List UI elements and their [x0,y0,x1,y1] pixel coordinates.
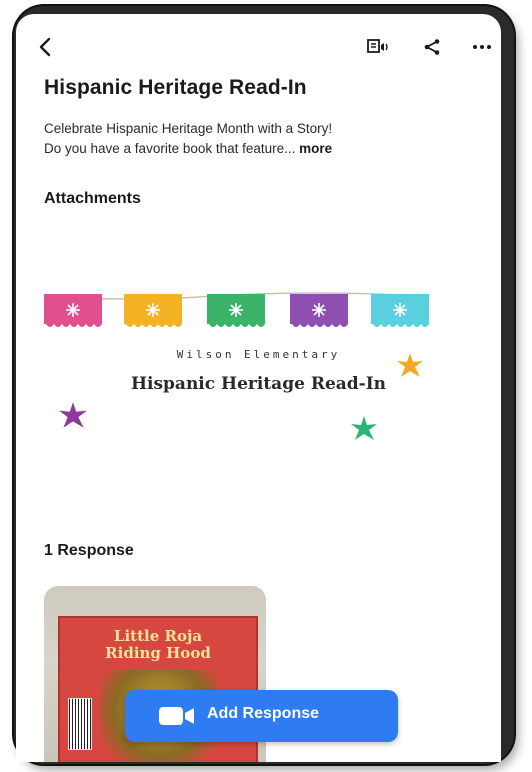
description-line-1: Celebrate Hispanic Heritage Month with a… [44,121,333,136]
top-bar [16,14,501,70]
attachments-heading: Attachments [44,190,141,207]
star-splash-icon [351,416,377,440]
video-camera-icon [159,707,194,725]
post-description: Celebrate Hispanic Heritage Month with a… [44,119,474,159]
event-title: Hispanic Heritage Read-In [130,374,387,394]
book-title-line-2: Riding Hood [105,644,211,662]
papel-picado-flag [124,294,182,327]
papel-picado-flag [371,294,429,327]
book-title: Little Roja Riding Hood [60,628,256,662]
papel-picado-flag [290,294,348,327]
more-link[interactable]: more [299,141,332,156]
add-response-label: Add Response [207,705,320,722]
post-title: Hispanic Heritage Read-In [44,76,307,99]
school-name: Wilson Elementary [176,348,341,361]
immersive-reader-button[interactable] [363,32,393,62]
description-line-2: Do you have a favorite book that feature… [44,139,474,159]
immersive-reader-icon [367,39,388,53]
share-icon [424,39,440,55]
back-button[interactable] [30,32,60,62]
share-button[interactable] [417,32,447,62]
more-options-icon [473,45,491,49]
more-options-button[interactable] [467,32,497,62]
papel-picado-flag [207,294,265,327]
book-title-line-1: Little Roja [113,627,203,645]
back-arrow-icon [39,37,51,57]
description-text: Do you have a favorite book that feature… [44,141,296,156]
add-response-button[interactable]: Add Response [125,690,398,742]
screen: Hispanic Heritage Read-In Celebrate Hisp… [16,14,501,762]
papel-picado-flag [44,294,102,327]
barcode-sticker [68,698,92,750]
responses-heading: 1 Response [44,542,134,559]
star-splash-icon [59,402,87,428]
star-splash-icon [397,353,423,377]
attachment-image[interactable]: Wilson Elementary Hispanic Heritage Read… [16,276,501,446]
